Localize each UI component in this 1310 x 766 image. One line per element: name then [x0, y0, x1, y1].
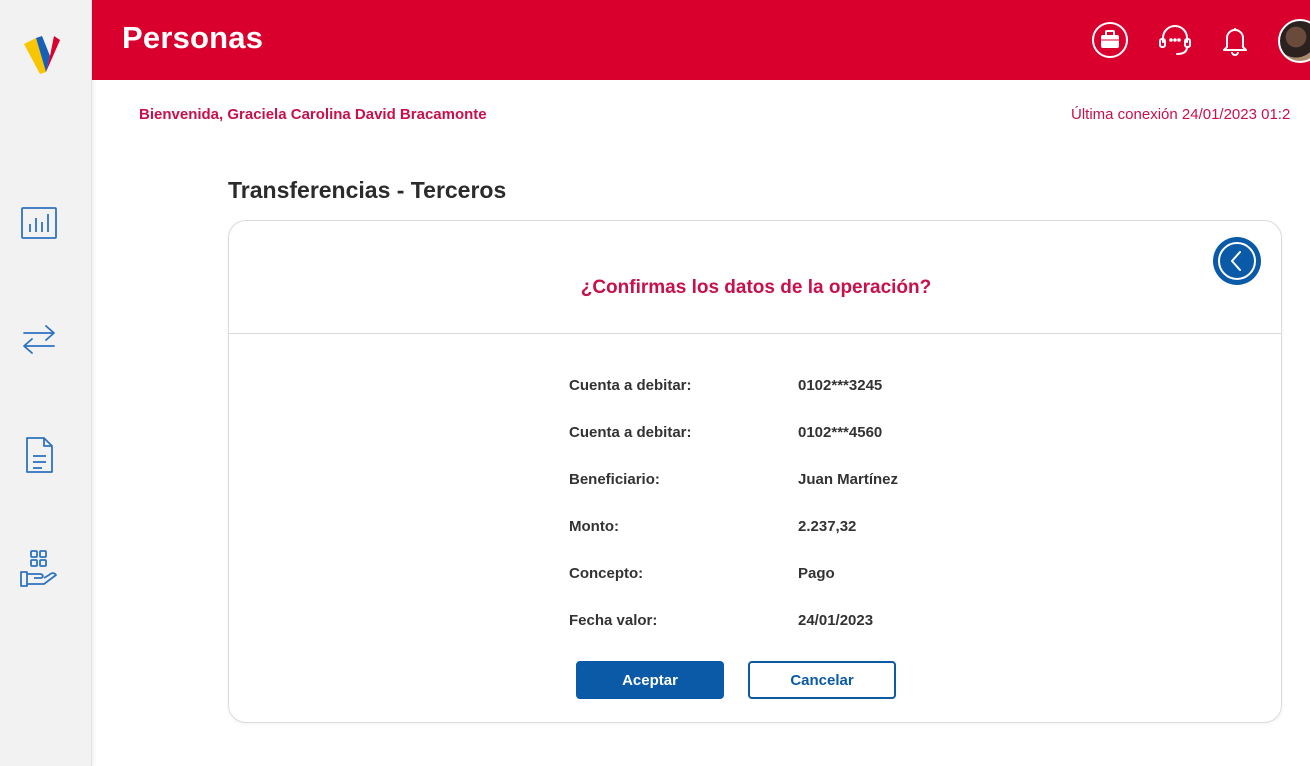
detail-label: Cuenta a debitar: [569, 377, 692, 394]
detail-row-value-date: Fecha valor: 24/01/2023 [569, 612, 969, 632]
bell-icon [1215, 28, 1255, 64]
briefcase-button[interactable] [1090, 20, 1130, 60]
top-bar: Personas [92, 0, 1310, 80]
page-section-title: Personas [122, 20, 264, 55]
user-avatar[interactable] [1278, 19, 1310, 63]
page-title: Transferencias - Terceros [228, 177, 507, 203]
support-agent-icon [1155, 25, 1195, 64]
sidebar [0, 0, 92, 766]
divider [229, 333, 1281, 334]
detail-value: 2.237,32 [798, 518, 857, 535]
detail-label: Cuenta a debitar: [569, 424, 692, 441]
bank-logo[interactable] [22, 32, 62, 76]
confirmation-card: ¿Confirmas los datos de la operación? Cu… [228, 220, 1282, 723]
detail-row-concept: Concepto: Pago [569, 565, 969, 585]
bar-chart-icon [18, 207, 60, 248]
document-icon [18, 437, 60, 480]
sidebar-item-documents[interactable] [18, 434, 60, 476]
detail-value: 0102***3245 [798, 377, 883, 394]
last-connection: Última conexión 24/01/2023 01:2 [1071, 106, 1291, 123]
detail-label: Concepto: [569, 565, 644, 582]
sidebar-item-services[interactable] [18, 548, 60, 590]
accept-button[interactable]: Aceptar [576, 661, 724, 699]
transfer-arrows-icon [18, 325, 60, 364]
detail-value: Juan Martínez [798, 471, 899, 488]
sidebar-item-transfers[interactable] [18, 318, 60, 360]
detail-row-debit-account-1: Cuenta a debitar: 0102***3245 [569, 377, 969, 397]
welcome-message: Bienvenida, Graciela Carolina David Brac… [139, 106, 487, 123]
support-button[interactable] [1155, 20, 1195, 60]
detail-value: 0102***4560 [798, 424, 883, 441]
detail-value: 24/01/2023 [798, 612, 874, 629]
briefcase-icon [1090, 22, 1130, 64]
detail-label: Beneficiario: [569, 471, 660, 488]
cancel-button[interactable]: Cancelar [748, 661, 896, 699]
notifications-button[interactable] [1215, 20, 1255, 60]
detail-row-amount: Monto: 2.237,32 [569, 518, 969, 538]
detail-label: Monto: [569, 518, 619, 535]
detail-row-beneficiary: Beneficiario: Juan Martínez [569, 471, 969, 491]
detail-value: Pago [798, 565, 835, 582]
confirmation-question: ¿Confirmas los datos de la operación? [580, 277, 932, 298]
sidebar-item-dashboard[interactable] [18, 202, 60, 244]
detail-label: Fecha valor: [569, 612, 658, 629]
detail-row-debit-account-2: Cuenta a debitar: 0102***4560 [569, 424, 969, 444]
services-hand-icon [18, 550, 60, 594]
